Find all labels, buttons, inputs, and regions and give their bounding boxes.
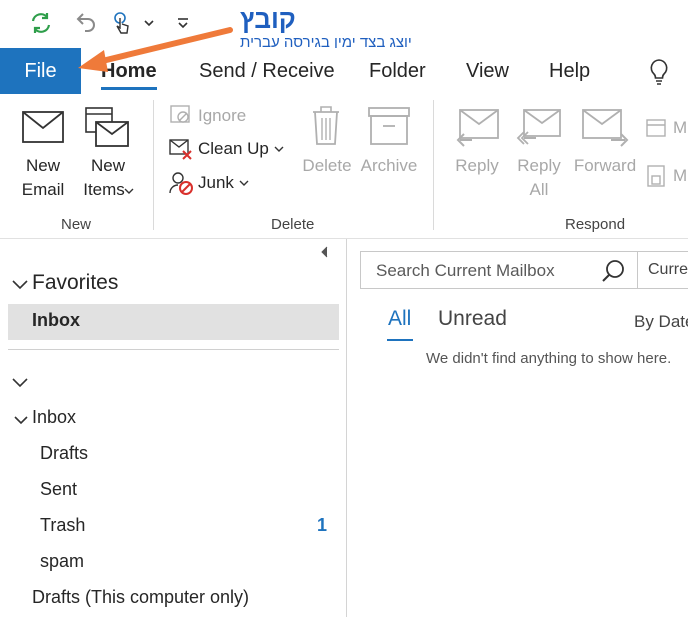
- more-respond-label: M: [673, 166, 688, 185]
- search-scope-dropdown[interactable]: Curre: [638, 251, 688, 289]
- favorites-label: Favorites: [32, 271, 119, 294]
- reply-all-icon: [516, 109, 561, 145]
- junk-icon: [169, 172, 193, 195]
- clean-up-icon: [169, 139, 192, 160]
- archive-icon: [368, 107, 410, 145]
- folder-spam[interactable]: spam: [40, 551, 335, 577]
- new-items-label-1: New: [90, 156, 125, 175]
- filter-unread[interactable]: Unread: [438, 307, 507, 331]
- ribbon-separator: [433, 100, 434, 230]
- account-chevron-icon[interactable]: [12, 377, 28, 389]
- inbox-folder[interactable]: Inbox: [10, 407, 330, 433]
- more-respond-button[interactable]: M: [645, 164, 688, 190]
- envelope-icon: [22, 111, 64, 143]
- new-email-label-2: Email: [21, 180, 65, 199]
- chevron-down-icon: [239, 180, 249, 186]
- forward-label: Forward: [573, 156, 637, 175]
- delete-label: Delete: [302, 156, 352, 175]
- collapse-pane-icon[interactable]: [320, 246, 330, 258]
- meeting-button[interactable]: M: [645, 116, 688, 142]
- group-label-new: New: [61, 216, 92, 233]
- reply-button[interactable]: Reply: [448, 102, 506, 202]
- chevron-down-icon: [14, 416, 28, 425]
- group-label-delete: Delete: [271, 216, 315, 233]
- reply-icon: [456, 109, 499, 147]
- search-box[interactable]: Search Current Mailbox: [360, 251, 638, 289]
- active-tab-indicator: [101, 87, 157, 90]
- chevron-down-icon: [274, 146, 284, 152]
- im-icon: [647, 165, 665, 187]
- folder-local-drafts[interactable]: Drafts (This computer only): [32, 587, 332, 613]
- favorites-header[interactable]: Favorites: [10, 271, 330, 299]
- tab-file[interactable]: File: [0, 48, 81, 94]
- archive-label: Archive: [360, 156, 418, 175]
- ribbon-separator: [153, 100, 154, 230]
- new-email-button[interactable]: New Email: [14, 102, 72, 222]
- trash-icon: [313, 106, 339, 145]
- forward-icon: [582, 109, 629, 147]
- delete-button[interactable]: Delete: [298, 102, 356, 202]
- search-scope-label: Curre: [648, 261, 688, 278]
- filter-all[interactable]: All: [388, 307, 411, 331]
- ignore-icon: [170, 105, 190, 123]
- reply-all-label-2: All: [529, 180, 549, 199]
- folder-sent[interactable]: Sent: [40, 479, 335, 505]
- chevron-down-icon: [12, 280, 28, 290]
- favorite-inbox[interactable]: Inbox: [8, 304, 339, 340]
- search-icon[interactable]: [601, 258, 627, 284]
- new-email-label-1: New: [25, 156, 60, 175]
- tab-view[interactable]: View: [466, 60, 509, 83]
- ignore-button[interactable]: Ignore: [168, 104, 268, 128]
- ribbon: New Email New Items New Ignore Clean Up …: [0, 94, 688, 239]
- clean-up-button[interactable]: Clean Up: [168, 137, 288, 161]
- favorite-inbox-label: Inbox: [32, 310, 80, 330]
- tab-help[interactable]: Help: [549, 60, 590, 83]
- folder-label: Trash: [40, 515, 86, 535]
- new-items-icon: [85, 107, 129, 147]
- sort-by-date[interactable]: By Date: [634, 312, 688, 332]
- reply-label: Reply: [455, 156, 499, 175]
- chevron-down-icon: [124, 188, 134, 194]
- folder-label: Sent: [40, 479, 78, 499]
- active-filter-indicator: [387, 339, 413, 341]
- reply-all-button[interactable]: Reply All: [510, 102, 568, 212]
- folder-label: Drafts (This computer only): [32, 587, 250, 607]
- reply-all-label-1: Reply: [517, 156, 561, 175]
- folder-trash[interactable]: Trash 1: [40, 515, 335, 541]
- empty-list-message: We didn't find anything to show here.: [426, 350, 672, 367]
- meeting-label: M: [673, 118, 688, 137]
- inbox-label: Inbox: [32, 407, 77, 427]
- ignore-label: Ignore: [198, 106, 247, 125]
- folder-pane: Favorites Inbox Inbox Drafts Sent Trash …: [0, 239, 346, 617]
- send-receive-all-icon[interactable]: [28, 10, 54, 36]
- annotation-arrow: [78, 27, 233, 72]
- pane-splitter[interactable]: [346, 239, 347, 617]
- tab-folder[interactable]: Folder: [369, 60, 426, 83]
- junk-label: Junk: [198, 173, 234, 192]
- lightbulb-icon[interactable]: [648, 58, 670, 91]
- annotation-title: קובץ: [240, 4, 296, 34]
- folder-label: Drafts: [40, 443, 89, 463]
- search-placeholder: Search Current Mailbox: [376, 261, 555, 280]
- unread-count-badge: 1: [317, 515, 328, 535]
- junk-button[interactable]: Junk: [168, 171, 258, 195]
- new-items-button[interactable]: New Items: [76, 102, 140, 222]
- meeting-icon: [646, 119, 666, 137]
- clean-up-label: Clean Up: [198, 139, 269, 158]
- archive-button[interactable]: Archive: [358, 102, 420, 202]
- divider: [8, 349, 339, 350]
- folder-label: spam: [40, 551, 85, 571]
- folder-drafts[interactable]: Drafts: [40, 443, 335, 469]
- group-label-respond: Respond: [565, 216, 626, 233]
- forward-button[interactable]: Forward: [570, 102, 640, 202]
